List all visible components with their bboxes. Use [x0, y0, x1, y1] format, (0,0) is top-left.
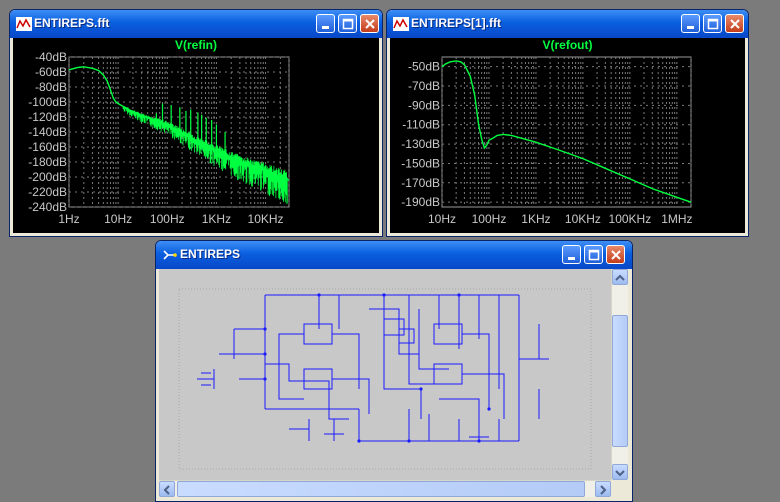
x-tick-label: 1Hz: [58, 212, 79, 226]
y-tick-label: -100dB: [28, 95, 67, 109]
close-button[interactable]: [725, 14, 744, 33]
plot-pane: V(refout) -50dB -70dB -90dB -110dB -130dB -15…: [390, 38, 745, 233]
y-tick-label: -70dB: [408, 79, 440, 93]
y-tick-label: -90dB: [408, 98, 440, 112]
y-tick-label: -40dB: [35, 50, 67, 64]
scroll-up-button[interactable]: [612, 269, 628, 285]
window-title: ENTIREPS[1].fft: [411, 16, 501, 30]
plot-pane: V(refin) -40dB -60dB -80dB -100dB -120dB -140…: [13, 38, 379, 233]
x-tick-label: 100KHz: [609, 212, 652, 226]
y-tick-label: -50dB: [408, 60, 440, 74]
scroll-thumb[interactable]: [612, 315, 628, 447]
y-tick-label: -170dB: [401, 176, 440, 190]
minimize-button[interactable]: [562, 245, 581, 264]
y-tick-label: -140dB: [28, 125, 67, 139]
window-title: ENTIREPS: [180, 247, 241, 261]
title-bar[interactable]: ENTIREPS[1].fft: [387, 10, 748, 38]
x-tick-label: 100Hz: [150, 212, 185, 226]
schematic-icon: [163, 250, 177, 260]
y-tick-label: -160dB: [28, 140, 67, 154]
x-tick-label: 10Hz: [104, 212, 132, 226]
close-button[interactable]: [606, 245, 625, 264]
y-tick-label: -200dB: [28, 170, 67, 184]
y-tick-label: -80dB: [35, 80, 67, 94]
y-tick-label: -190dB: [401, 195, 440, 209]
fft-plot-refin: -40dB-60dB-80dB-100dB-120dB-140dB-160dB-…: [28, 50, 290, 226]
horizontal-scrollbar[interactable]: [159, 480, 611, 497]
y-tick-label: -130dB: [401, 137, 440, 151]
x-tick-label: 1KHz: [521, 212, 550, 226]
maximize-button[interactable]: [703, 14, 722, 33]
y-tick-label: -180dB: [28, 155, 67, 169]
plot-frame: [441, 56, 692, 208]
minimize-button[interactable]: [681, 14, 700, 33]
fft-plot-refout: -50dB -70dB -90dB -110dB -130dB -150dB -170dB -…: [401, 56, 693, 226]
close-button[interactable]: [360, 14, 379, 33]
window-title: ENTIREPS.fft: [34, 16, 110, 30]
title-bar[interactable]: ENTIREPS.fft: [10, 10, 382, 38]
y-tick-label: -120dB: [28, 110, 67, 124]
x-tick-label: 10KHz: [248, 212, 284, 226]
y-tick-label: -220dB: [28, 185, 67, 199]
title-bar[interactable]: ENTIREPS: [156, 241, 632, 269]
scroll-left-button[interactable]: [159, 481, 175, 497]
maximize-button[interactable]: [338, 14, 357, 33]
x-tick-label: 1KHz: [202, 212, 231, 226]
y-tick-label: -60dB: [35, 65, 67, 79]
scroll-thumb[interactable]: [177, 481, 585, 497]
minimize-button[interactable]: [316, 14, 335, 33]
waveform-icon: [16, 17, 32, 31]
fft-window-refout[interactable]: ENTIREPS[1].fft V(refout) -50dB -70dB -90d…: [386, 9, 749, 237]
circuit-drawing: [178, 288, 592, 470]
fft-window-refin[interactable]: ENTIREPS.fft V(refin) -40dB -60dB -80dB -10…: [9, 9, 383, 237]
x-tick-label: 1MHz: [661, 212, 692, 226]
x-tick-label: 10Hz: [428, 212, 456, 226]
scroll-down-button[interactable]: [612, 464, 628, 480]
vertical-scrollbar[interactable]: [611, 269, 628, 480]
noise-band: [122, 105, 288, 205]
scroll-right-button[interactable]: [595, 481, 611, 497]
y-tick-label: -110dB: [402, 118, 440, 132]
waveform-icon: [393, 17, 409, 31]
x-tick-label: 10KHz: [565, 212, 601, 226]
maximize-button[interactable]: [584, 245, 603, 264]
series-line: [441, 60, 692, 203]
x-tick-label: 100Hz: [472, 212, 507, 226]
schematic-window[interactable]: ENTIREPS: [155, 240, 633, 502]
y-tick-label: -150dB: [401, 156, 440, 170]
schematic-canvas[interactable]: [159, 269, 611, 480]
